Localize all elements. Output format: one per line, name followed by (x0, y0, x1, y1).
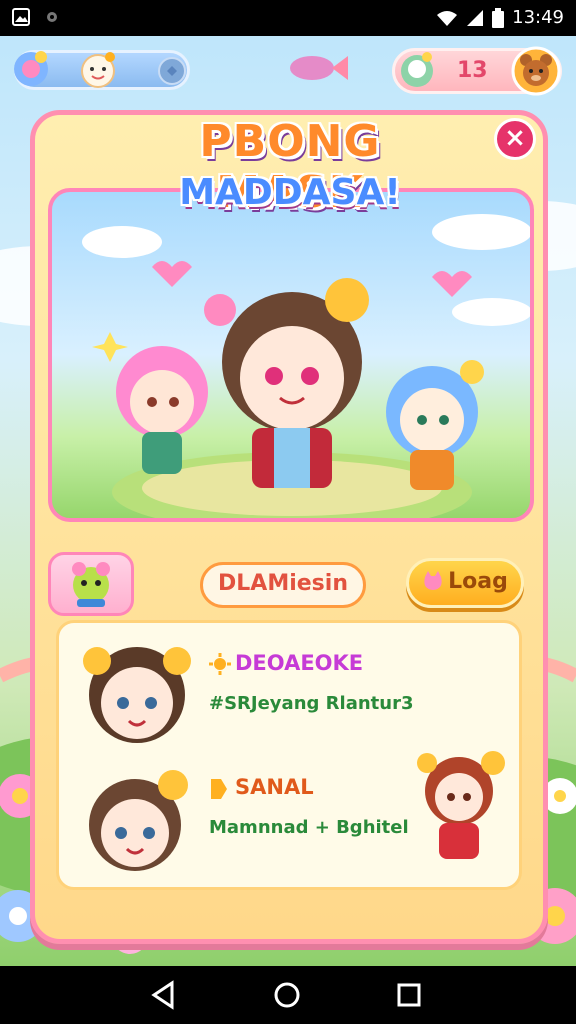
item-subtitle: #SRJeyang Rlantur3 (209, 693, 414, 714)
recents-icon[interactable] (394, 980, 424, 1010)
battery-icon (492, 7, 505, 28)
currency-count: 13 (457, 58, 488, 83)
game-title-line2: MADDASA! (179, 172, 401, 213)
decor-fish-icon (290, 56, 348, 80)
item-title: DEOAEOKE (235, 651, 364, 675)
list-item[interactable]: DEOAEOKE #SRJeyang Rlantur3 (59, 633, 525, 753)
gem-icon[interactable] (157, 56, 187, 86)
frog-avatar-icon (72, 562, 110, 607)
home-icon[interactable] (272, 980, 302, 1010)
log-button-label: Loag (448, 569, 508, 594)
character-artwork (48, 188, 534, 522)
tag-icon (211, 779, 227, 799)
sun-icon (209, 653, 231, 675)
list-item[interactable]: SANAL Mamnnad + Bghitel (59, 751, 525, 877)
smiley-avatar-icon[interactable] (77, 51, 119, 89)
bear-profile-icon[interactable] (511, 46, 561, 96)
character-portrait (83, 647, 191, 743)
clock: 13:49 (512, 7, 564, 28)
back-icon[interactable] (148, 980, 178, 1010)
log-button[interactable]: Loag (406, 558, 524, 608)
wifi-icon (437, 10, 458, 26)
hud-right-bar[interactable]: 13 (392, 46, 562, 96)
characters-illustration (82, 214, 530, 518)
navigation-bar (0, 966, 576, 1024)
signal-icon (467, 9, 484, 26)
pink-hair-character (116, 346, 208, 474)
character-list: DEOAEOKE #SRJeyang Rlantur3 SANAL Mamnna… (56, 620, 522, 890)
item-title: SANAL (235, 775, 314, 799)
cat-face-icon (424, 571, 442, 590)
red-hair-character (417, 751, 505, 859)
sparkle-icon (92, 332, 128, 362)
heart-icon (432, 271, 472, 297)
game-scene: 13 PBONG MASK MADDASA! × DLAMiesin Loag … (0, 36, 576, 966)
status-bar: 13:49 (0, 0, 576, 36)
item-subtitle: Mamnnad + Bghitel (209, 817, 409, 838)
hud-left-bar[interactable] (14, 50, 190, 90)
pet-avatar-icon[interactable] (395, 49, 439, 93)
character-avatar-tab[interactable] (48, 552, 134, 616)
image-notification-icon (12, 8, 30, 26)
character-tab-row: DLAMiesin Loag (48, 552, 534, 616)
character-name-tab[interactable]: DLAMiesin (200, 562, 366, 608)
close-button[interactable]: × (494, 118, 536, 160)
flower-icon[interactable] (11, 49, 51, 89)
heart-icon (152, 261, 192, 287)
settings-notification-icon (47, 12, 57, 22)
character-portrait (89, 770, 188, 871)
